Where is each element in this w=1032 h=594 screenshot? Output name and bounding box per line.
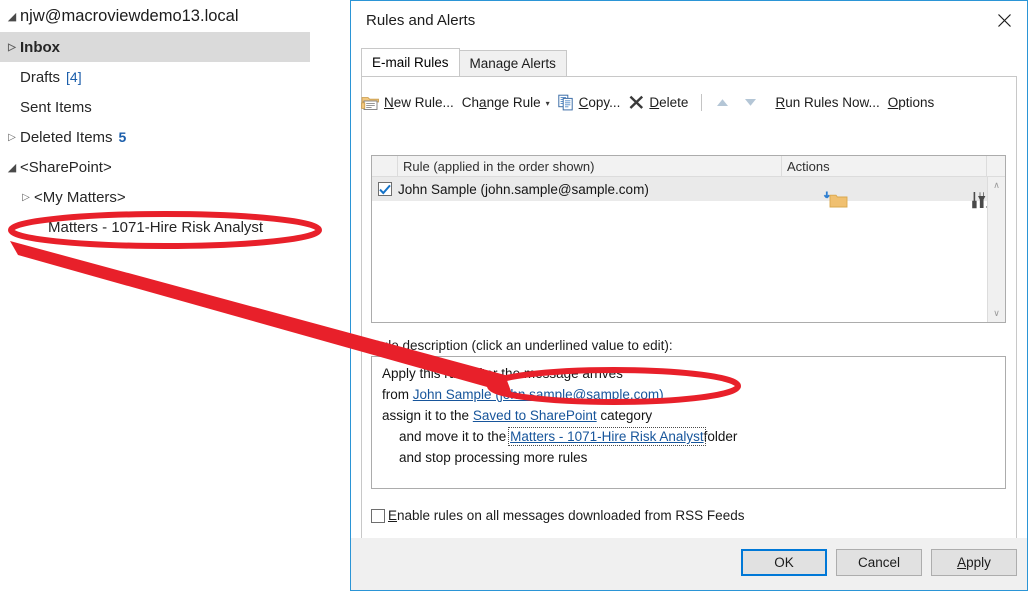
run-rules-now-button[interactable]: Run Rules Now... [773, 90, 885, 114]
sidebar-item-label: njw@macroviewdemo13.local [20, 6, 239, 25]
sidebar-item-label: Matters - 1071-Hire Risk Analyst [48, 218, 264, 236]
rule-description-value-link[interactable]: Saved to SharePoint [473, 408, 597, 423]
change-rule-label: Change Rule [461, 94, 541, 110]
rules-list-header: Rule (applied in the order shown) Action… [372, 156, 1005, 177]
run-rules-now-label: Run Rules Now... [775, 94, 880, 110]
checkbox-checked[interactable] [378, 182, 392, 196]
sidebar-item-label: Deleted Items [20, 128, 113, 146]
new-rule-button[interactable]: New Rule... [359, 90, 460, 114]
tab-manage-alerts[interactable]: Manage Alerts [458, 50, 567, 76]
tab-manage-alerts-label: Manage Alerts [469, 56, 556, 71]
dialog-body: E-mail Rules Manage Alerts New Rule... C… [351, 39, 1027, 569]
rss-feeds-option[interactable]: Enable rules on all messages downloaded … [371, 508, 744, 523]
rule-description-line: Apply this rule after the message arrive… [382, 363, 997, 384]
copy-icon [557, 94, 575, 111]
rule-description-box[interactable]: Apply this rule after the message arrive… [371, 356, 1006, 489]
new-rule-label: New Rule... [384, 94, 454, 110]
rss-feeds-label: Enable rules on all messages downloaded … [388, 508, 745, 523]
apply-label: Apply [957, 555, 991, 570]
outlook-nav-pane: ◢ njw@macroviewdemo13.local ▷ Inbox Drafts [4… [0, 0, 311, 594]
delete-x-icon [628, 94, 645, 111]
delete-button[interactable]: Delete [626, 90, 694, 114]
expander-collapsed-icon[interactable]: ▷ [4, 42, 20, 53]
rule-enabled-checkbox[interactable] [372, 182, 398, 196]
sidebar-item-label: Sent Items [20, 98, 92, 116]
expander-expanded-icon[interactable]: ◢ [4, 161, 20, 174]
expander-collapsed-icon[interactable]: ▷ [18, 192, 34, 203]
dialog-title: Rules and Alerts [366, 11, 476, 29]
column-header-rule: Rule (applied in the order shown) [398, 156, 782, 176]
dialog-titlebar: Rules and Alerts [351, 1, 1027, 39]
column-header-actions: Actions [782, 156, 987, 176]
rule-description-value-link[interactable]: John Sample (john.sample@sample.com) [413, 387, 664, 402]
rule-description-text: and stop processing more rules [399, 450, 588, 465]
move-down-button[interactable] [739, 91, 761, 113]
rule-description-line: and move it to the Matters - 1071-Hire R… [382, 426, 997, 447]
rule-description-line: from John Sample (john.sample@sample.com… [382, 384, 997, 405]
checkbox-unchecked[interactable] [371, 508, 385, 523]
move-to-folder-icon [822, 190, 852, 214]
options-label: Options [887, 94, 935, 110]
cancel-button[interactable]: Cancel [836, 549, 922, 576]
rule-description-text: from [382, 387, 413, 402]
rules-and-alerts-dialog: Rules and Alerts E-mail Rules Manage Ale… [350, 0, 1028, 591]
rules-list-body: John Sample (john.sample@sample.com) ∧ ∨ [372, 177, 1005, 322]
scroll-up-icon[interactable]: ∧ [988, 177, 1005, 194]
move-up-button[interactable] [711, 91, 733, 113]
new-rule-icon [361, 94, 380, 111]
rules-list[interactable]: Rule (applied in the order shown) Action… [371, 155, 1006, 323]
rules-toolbar: New Rule... Change Rule ▾ Copy... Delete… [359, 89, 940, 115]
tab-strip: E-mail Rules Manage Alerts [361, 48, 567, 76]
dialog-footer: OK Cancel Apply [351, 538, 1027, 590]
sidebar-item-label: <SharePoint> [20, 158, 112, 176]
screen: ◢ njw@macroviewdemo13.local ▷ Inbox Drafts [4… [0, 0, 1032, 594]
sidebar-item-deleted-items[interactable]: ▷ Deleted Items 5 [0, 122, 310, 152]
rule-description-label: Rule description (click an underlined va… [371, 338, 673, 353]
rule-name: John Sample (john.sample@sample.com) [398, 181, 649, 197]
apply-button[interactable]: Apply [931, 549, 1017, 576]
sidebar-item-inbox[interactable]: ▷ Inbox [0, 32, 310, 62]
sidebar-item-label: Drafts [20, 68, 61, 86]
rule-description-line: and stop processing more rules [382, 447, 997, 468]
chevron-down-icon: ▾ [545, 98, 550, 108]
sidebar-item-count: 5 [118, 129, 127, 145]
sidebar-item-my-matters[interactable]: ▷ <My Matters> [0, 182, 310, 212]
tab-email-rules[interactable]: E-mail Rules [361, 48, 460, 76]
toolbar-separator [701, 93, 703, 111]
sidebar-item-label: <My Matters> [34, 188, 126, 206]
rule-description-text: category [596, 408, 653, 423]
rule-description-text: Apply this rule after the message arrive… [382, 366, 623, 381]
sidebar-item-drafts[interactable]: Drafts [4] [0, 62, 310, 92]
copy-label: Copy... [578, 94, 621, 110]
expander-collapsed-icon[interactable]: ▷ [4, 132, 20, 143]
change-rule-button[interactable]: Change Rule ▾ [460, 90, 556, 114]
sidebar-item-njw-macroviewdemo13-local[interactable]: ◢ njw@macroviewdemo13.local [0, 0, 310, 32]
rule-description-line: assign it to the Saved to SharePoint cat… [382, 405, 997, 426]
options-button[interactable]: Options [886, 90, 941, 114]
rule-description-text: and move it to the [399, 429, 511, 444]
column-header-spacer [987, 156, 1005, 176]
rule-description-folder-link[interactable]: Matters - 1071-Hire Risk Analyst [508, 427, 706, 446]
expander-expanded-icon[interactable]: ◢ [4, 10, 20, 23]
column-header-checkbox [372, 156, 398, 176]
sidebar-item-count: [4] [66, 69, 82, 85]
delete-label: Delete [649, 94, 689, 110]
sidebar-item-label: Inbox [20, 38, 60, 56]
close-icon[interactable] [981, 1, 1027, 39]
rules-list-scrollbar[interactable]: ∧ ∨ [987, 177, 1005, 322]
rule-description-text: folder [703, 429, 738, 444]
sidebar-item-matters-1071-hire-risk-analyst[interactable]: Matters - 1071-Hire Risk Analyst [0, 212, 310, 242]
table-row[interactable]: John Sample (john.sample@sample.com) [372, 177, 1005, 209]
sidebar-item-sent-items[interactable]: Sent Items [0, 92, 310, 122]
sidebar-item-sharepoint[interactable]: ◢ <SharePoint> [0, 152, 310, 182]
rule-description-text: assign it to the [382, 408, 473, 423]
tab-email-rules-label: E-mail Rules [372, 55, 449, 70]
copy-button[interactable]: Copy... [556, 90, 627, 114]
ok-button[interactable]: OK [741, 549, 827, 576]
scroll-down-icon[interactable]: ∨ [988, 305, 1005, 322]
